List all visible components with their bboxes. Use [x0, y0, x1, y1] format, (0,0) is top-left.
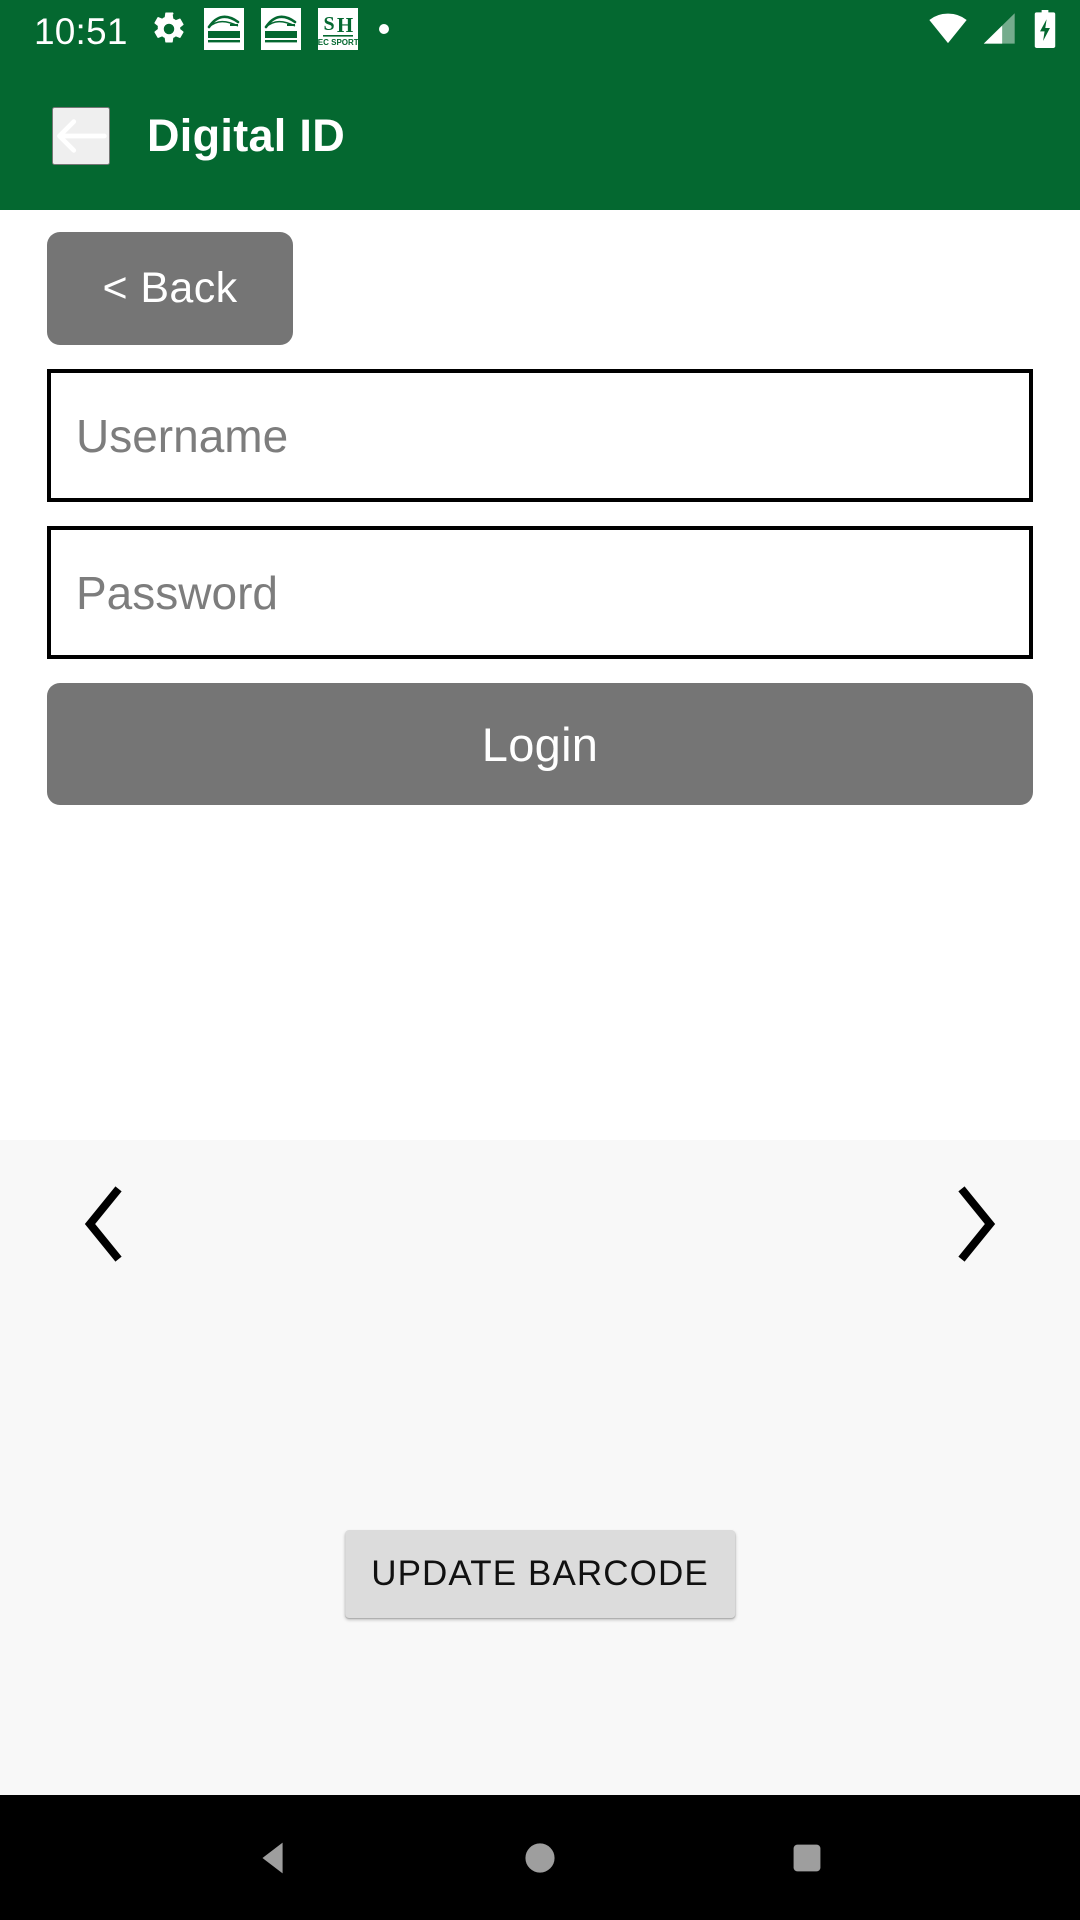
page-title: Digital ID — [147, 110, 346, 161]
wifi-icon — [928, 12, 968, 51]
app-bar: Digital ID — [0, 62, 1080, 210]
barcode-panel: UPDATE BARCODE — [0, 1140, 1080, 1795]
system-navigation-bar — [0, 1795, 1080, 1920]
status-bar: 10:51 S H EC SPORT — [0, 0, 1080, 62]
svg-text:H: H — [336, 13, 352, 37]
chevron-right-icon[interactable] — [940, 1181, 1012, 1267]
chevron-left-icon[interactable] — [68, 1181, 140, 1267]
system-home-icon[interactable] — [485, 1803, 595, 1913]
login-form: < Back Login — [0, 210, 1080, 1140]
app-bar-back-button[interactable] — [52, 107, 110, 165]
login-button[interactable]: Login — [47, 683, 1033, 805]
back-button[interactable]: < Back — [47, 232, 293, 345]
update-barcode-button[interactable]: UPDATE BARCODE — [345, 1530, 735, 1618]
phone-screen: 10:51 S H EC SPORT Digital ID < Back Use… — [0, 0, 1080, 1920]
settings-gear-icon — [151, 11, 187, 52]
campus-recreation-notification-icon-2 — [260, 7, 301, 55]
system-back-icon[interactable] — [218, 1803, 328, 1913]
username-input[interactable] — [47, 369, 1033, 502]
battery-charging-icon — [1032, 9, 1058, 53]
password-input[interactable] — [47, 526, 1033, 659]
svg-text:S: S — [323, 13, 334, 35]
svg-text:REC SPORTS: REC SPORTS — [318, 38, 358, 47]
cell-signal-icon — [981, 12, 1019, 51]
more-notifications-dot-icon — [375, 20, 393, 43]
barcode-carousel-nav — [0, 1176, 1080, 1272]
system-recents-icon[interactable] — [752, 1803, 862, 1913]
sh-rec-sports-notification-icon: S H REC SPORTS — [312, 7, 364, 55]
status-bar-right — [928, 9, 1058, 53]
status-bar-clock: 10:51 — [34, 10, 128, 52]
status-bar-left: 10:51 S H EC SPORT — [34, 7, 928, 55]
campus-recreation-notification-icon — [203, 7, 244, 55]
